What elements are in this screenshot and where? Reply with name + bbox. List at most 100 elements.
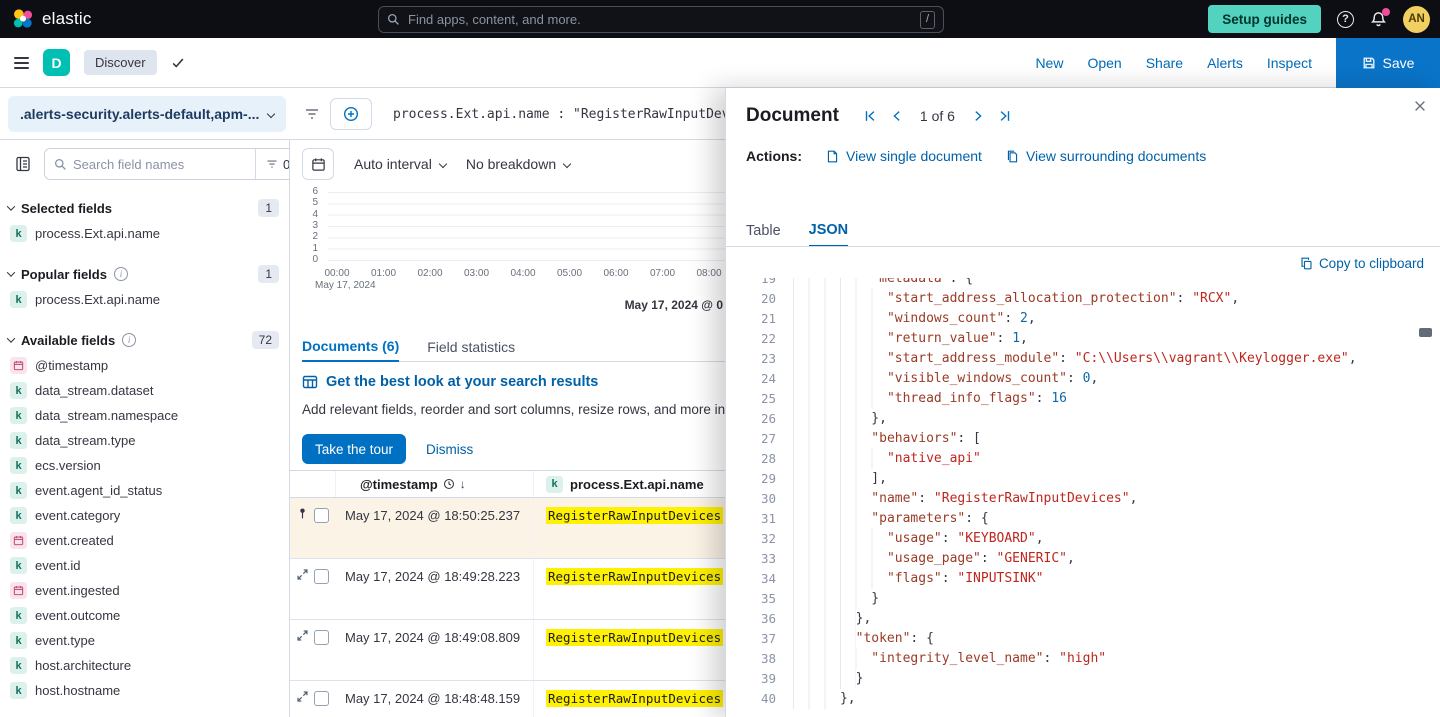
table-icon bbox=[302, 374, 318, 390]
field-list-icon[interactable] bbox=[8, 148, 38, 180]
prev-page-icon[interactable] bbox=[890, 109, 904, 123]
date-type-icon bbox=[10, 357, 27, 374]
breadcrumb[interactable]: Discover bbox=[84, 50, 157, 75]
view-single-document-link[interactable]: View single document bbox=[826, 148, 982, 164]
nav-alerts[interactable]: Alerts bbox=[1207, 55, 1243, 71]
field-item[interactable]: khost.hostname bbox=[8, 678, 279, 703]
token-p: , bbox=[1090, 371, 1098, 386]
expand-icon[interactable] bbox=[296, 568, 309, 581]
row-checkbox[interactable] bbox=[314, 569, 329, 584]
field-item[interactable]: event.created bbox=[8, 528, 279, 553]
field-item[interactable]: @timestamp bbox=[8, 353, 279, 378]
tab-field-statistics[interactable]: Field statistics bbox=[427, 332, 515, 361]
row-checkbox[interactable] bbox=[314, 630, 329, 645]
token-key: "flags" bbox=[887, 571, 942, 586]
table-header: @timestamp ↓ k process.Ext.api.name bbox=[290, 470, 725, 498]
close-icon[interactable] bbox=[1413, 99, 1427, 113]
avatar[interactable]: AN bbox=[1403, 6, 1430, 33]
global-search[interactable]: / bbox=[378, 6, 944, 33]
field-section-header[interactable]: Available fieldsi72 bbox=[8, 327, 279, 353]
nav-open[interactable]: Open bbox=[1087, 55, 1121, 71]
nav-inspect[interactable]: Inspect bbox=[1267, 55, 1312, 71]
space-badge[interactable]: D bbox=[43, 49, 70, 76]
data-view-picker[interactable]: .alerts-security.alerts-default,apm-... bbox=[8, 96, 286, 132]
take-tour-button[interactable]: Take the tour bbox=[302, 434, 406, 464]
breakdown-select[interactable]: No breakdown bbox=[466, 156, 570, 172]
tab-json[interactable]: JSON bbox=[809, 214, 849, 247]
add-filter-button[interactable] bbox=[330, 98, 372, 130]
notifications-button[interactable] bbox=[1370, 11, 1387, 28]
last-page-icon[interactable] bbox=[998, 109, 1012, 123]
dismiss-link[interactable]: Dismiss bbox=[426, 442, 473, 457]
timestamp-cell: May 17, 2024 @ 18:49:28.223 bbox=[336, 559, 534, 619]
field-item[interactable]: kevent.type bbox=[8, 628, 279, 653]
nav-share[interactable]: Share bbox=[1146, 55, 1183, 71]
copy-to-clipboard-link[interactable]: Copy to clipboard bbox=[1300, 256, 1424, 271]
field-item[interactable]: event.ingested bbox=[8, 578, 279, 603]
indent-guides bbox=[793, 549, 887, 569]
next-page-icon[interactable] bbox=[971, 109, 985, 123]
field-item[interactable]: kevent.category bbox=[8, 503, 279, 528]
token-p: , bbox=[1349, 351, 1357, 366]
elastic-home-link[interactable]: elastic bbox=[12, 8, 92, 30]
field-item[interactable]: khost.architecture bbox=[8, 653, 279, 678]
help-icon[interactable]: ? bbox=[1337, 11, 1354, 28]
row-checkbox[interactable] bbox=[314, 691, 329, 706]
keyword-type-icon: k bbox=[10, 632, 27, 649]
token-key: "token" bbox=[856, 631, 911, 646]
menu-icon[interactable] bbox=[14, 57, 29, 69]
header-api-name[interactable]: k process.Ext.api.name bbox=[534, 471, 725, 497]
json-code-lines: 19"metadata": {20"start_address_allocati… bbox=[738, 278, 1416, 709]
nav-new[interactable]: New bbox=[1035, 55, 1063, 71]
expand-icon[interactable] bbox=[296, 690, 309, 703]
query-input[interactable]: process.Ext.api.name : "RegisterRawInput… bbox=[384, 98, 725, 130]
table-row[interactable]: May 17, 2024 @ 18:48:48.159RegisterRawIn… bbox=[290, 681, 725, 717]
json-editor[interactable]: 19"metadata": {20"start_address_allocati… bbox=[738, 278, 1416, 717]
field-item[interactable]: kevent.outcome bbox=[8, 603, 279, 628]
code-line: 29], bbox=[738, 469, 1416, 489]
tab-table[interactable]: Table bbox=[746, 214, 781, 247]
field-search-input[interactable] bbox=[73, 157, 249, 172]
field-section-header[interactable]: Selected fields1 bbox=[8, 195, 279, 221]
table-row[interactable]: May 17, 2024 @ 18:49:28.223RegisterRawIn… bbox=[290, 559, 725, 620]
filter-icon[interactable] bbox=[304, 106, 320, 122]
line-content: } bbox=[793, 589, 879, 609]
token-p: , bbox=[1036, 531, 1044, 546]
indent-guides bbox=[793, 489, 871, 509]
main-content: Auto interval No breakdown 6543210 00:00… bbox=[290, 140, 725, 717]
field-item[interactable]: kdata_stream.type bbox=[8, 428, 279, 453]
field-item[interactable]: kprocess.Ext.api.name bbox=[8, 287, 279, 312]
scrollbar-thumb[interactable] bbox=[1419, 328, 1432, 337]
table-row[interactable]: May 17, 2024 @ 18:49:08.809RegisterRawIn… bbox=[290, 620, 725, 681]
table-row[interactable]: May 17, 2024 @ 18:50:25.237RegisterRawIn… bbox=[290, 498, 725, 559]
line-number: 37 bbox=[738, 629, 793, 649]
save-button[interactable]: Save bbox=[1336, 38, 1440, 88]
field-item[interactable]: kecs.version bbox=[8, 453, 279, 478]
header-timestamp[interactable]: @timestamp ↓ bbox=[336, 471, 534, 497]
field-item[interactable]: kdata_stream.dataset bbox=[8, 378, 279, 403]
sort-desc-icon[interactable]: ↓ bbox=[460, 477, 466, 491]
field-filter-button[interactable]: 0 bbox=[255, 149, 290, 179]
x-tick-label: 02:00 bbox=[417, 268, 442, 279]
field-item[interactable]: kprocess.Ext.api.name bbox=[8, 221, 279, 246]
field-item[interactable]: kdata_stream.namespace bbox=[8, 403, 279, 428]
field-item[interactable]: kevent.id bbox=[8, 553, 279, 578]
calendar-icon bbox=[311, 157, 326, 172]
interval-select[interactable]: Auto interval bbox=[354, 156, 446, 172]
setup-guides-button[interactable]: Setup guides bbox=[1208, 5, 1321, 33]
tab-documents[interactable]: Documents (6) bbox=[302, 332, 399, 362]
global-search-input[interactable] bbox=[408, 12, 912, 27]
pin-icon[interactable] bbox=[296, 507, 309, 520]
view-surrounding-documents-link[interactable]: View surrounding documents bbox=[1006, 148, 1206, 164]
field-section-header[interactable]: Popular fieldsi1 bbox=[8, 261, 279, 287]
x-axis-date: May 17, 2024 bbox=[315, 280, 376, 291]
token-p: : bbox=[1036, 391, 1052, 406]
first-page-icon[interactable] bbox=[863, 109, 877, 123]
code-line: 32"usage": "KEYBOARD", bbox=[738, 529, 1416, 549]
time-range-label: May 17, 2024 @ 0 bbox=[625, 298, 723, 312]
field-search[interactable]: 0 bbox=[44, 148, 290, 180]
row-checkbox[interactable] bbox=[314, 508, 329, 523]
histogram-settings-button[interactable] bbox=[302, 148, 334, 180]
expand-icon[interactable] bbox=[296, 629, 309, 642]
field-item[interactable]: kevent.agent_id_status bbox=[8, 478, 279, 503]
